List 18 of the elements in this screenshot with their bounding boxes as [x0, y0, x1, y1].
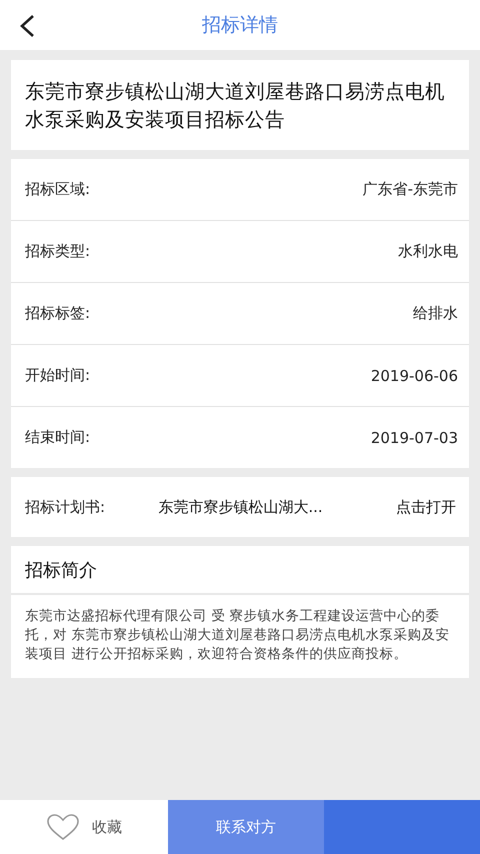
field-label: 开始时间:	[25, 366, 90, 385]
field-label: 招标计划书:	[25, 498, 106, 516]
open-link[interactable]: 点击打开	[396, 498, 456, 516]
page-title: 招标详情	[202, 13, 278, 38]
field-value: 广东省-东莞市	[362, 180, 458, 199]
field-value: 2019-07-03	[370, 428, 458, 446]
field-label: 结束时间:	[25, 428, 90, 447]
field-label: 招标区域:	[25, 180, 90, 199]
field-label: 招标类型:	[25, 242, 90, 261]
field-value: 2019-06-06	[370, 366, 458, 384]
file-name: 东莞市寮步镇松山湖大...	[157, 498, 324, 516]
field-value: 给排水	[413, 304, 458, 323]
favorite-button[interactable]: 收藏	[0, 800, 168, 854]
intro-text: 东莞市达盛招标代理有限公司 受 寮步镇水务工程建设运营中心的委托，对 东莞市寮步镇松山湖大道刘屋巷路口易涝点电机水泵采购及安装项目 进行公开招标采购，欢迎符合资格条件的供应商投标。	[24, 607, 450, 664]
field-label: 招标标签:	[25, 304, 90, 323]
section-heading: 招标简介	[11, 546, 469, 595]
notice-title: 东莞市寮步镇松山湖大道刘屋巷路口易涝点电机水泵采购及安装项目招标公告	[11, 60, 469, 150]
field-value: 水利水电	[398, 242, 458, 261]
